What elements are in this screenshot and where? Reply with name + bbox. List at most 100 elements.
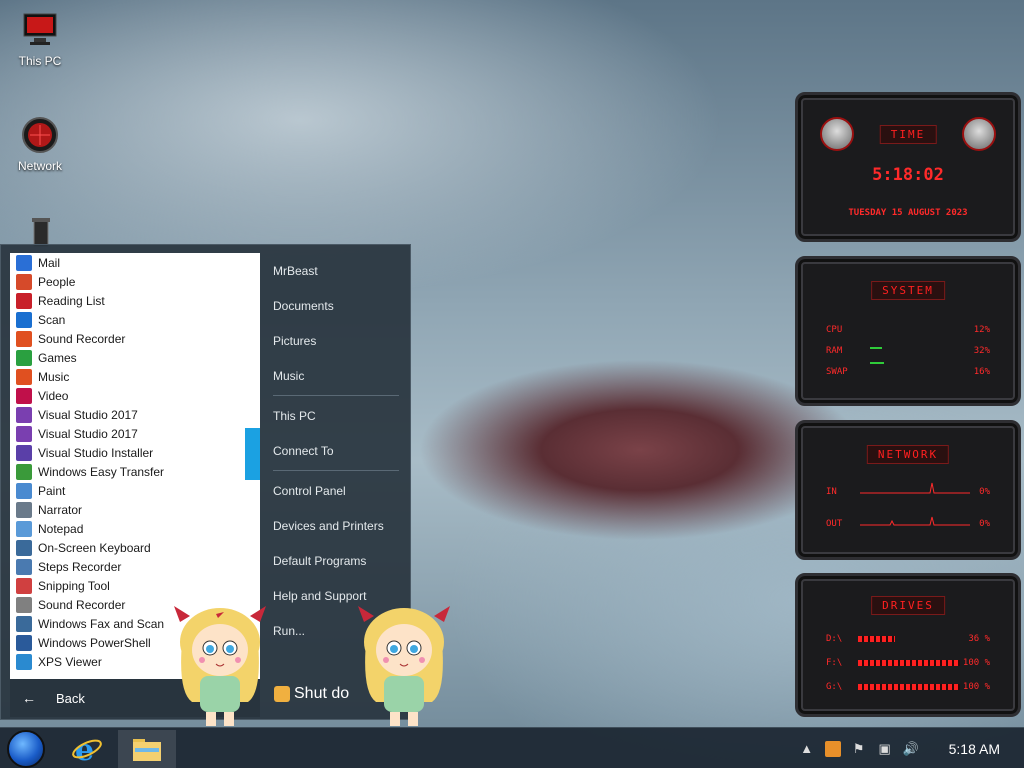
start-pane-item[interactable]: MrBeast bbox=[263, 253, 409, 288]
program-item[interactable]: Windows Easy Transfer bbox=[10, 462, 260, 481]
network-tray-icon[interactable]: ▣ bbox=[877, 741, 893, 757]
program-item[interactable]: Reading List bbox=[10, 291, 260, 310]
network-gadget-title: NETWORK bbox=[866, 445, 950, 464]
program-label: People bbox=[38, 274, 76, 289]
program-item[interactable]: Visual Studio 2017 bbox=[10, 424, 260, 443]
program-item[interactable]: Narrator bbox=[10, 500, 260, 519]
shutdown-label: Shut do bbox=[294, 685, 350, 702]
desktop-icon-label: This PC bbox=[18, 54, 62, 68]
program-label: Mail bbox=[38, 255, 61, 270]
start-pane-separator bbox=[273, 470, 399, 471]
program-label: Windows PowerShell bbox=[38, 635, 151, 650]
program-item[interactable]: Video bbox=[10, 386, 260, 405]
program-item[interactable]: Music bbox=[10, 367, 260, 386]
folder-icon bbox=[133, 739, 161, 761]
program-label: XPS Viewer bbox=[38, 654, 102, 669]
desktop-icon-network[interactable]: Network bbox=[5, 115, 75, 173]
start-pane-item[interactable]: Control Panel bbox=[263, 473, 409, 508]
start-pane-item[interactable]: Default Programs bbox=[263, 543, 409, 578]
taskbar: e ▲ ⚑ ▣ 🔊 5:18 AM bbox=[0, 727, 1024, 768]
gadget-clock: 5:18:02 bbox=[872, 165, 944, 185]
start-button[interactable] bbox=[7, 730, 45, 768]
start-pane-item[interactable]: Music bbox=[263, 358, 409, 393]
program-label: Narrator bbox=[38, 502, 83, 517]
desktop-icon-this-pc[interactable]: This PC bbox=[5, 10, 75, 68]
drive-d-bar bbox=[858, 636, 895, 642]
program-item[interactable]: Steps Recorder bbox=[10, 557, 260, 576]
start-pane-item[interactable]: Documents bbox=[263, 288, 409, 323]
program-icon bbox=[16, 425, 32, 442]
program-label: Visual Studio 2017 bbox=[38, 426, 138, 441]
arrow-left-icon: ← bbox=[22, 690, 36, 706]
cartoon-character-sticker bbox=[174, 606, 266, 726]
program-icon bbox=[16, 349, 32, 366]
programs-scrollbar[interactable] bbox=[245, 428, 260, 480]
program-label: Paint bbox=[38, 483, 66, 498]
program-item[interactable]: Visual Studio Installer bbox=[10, 443, 260, 462]
chevron-up-icon[interactable]: ▲ bbox=[799, 741, 815, 757]
shutdown-button[interactable]: Shut do bbox=[274, 685, 349, 703]
program-icon bbox=[16, 273, 32, 290]
drive-d-row: D:\ 36 % bbox=[826, 634, 990, 644]
program-icon bbox=[16, 501, 32, 518]
network-gadget[interactable]: NETWORK IN 0% OUT 0% bbox=[795, 420, 1021, 560]
start-right-pane: MrBeast Documents Pictures Music This PC Conn… bbox=[263, 253, 409, 648]
net-out-graph bbox=[860, 516, 970, 526]
volume-icon[interactable]: 🔊 bbox=[903, 741, 919, 757]
program-label: Steps Recorder bbox=[38, 559, 122, 574]
start-pane-item[interactable]: Pictures bbox=[263, 323, 409, 358]
ram-row: RAM 32% bbox=[826, 346, 990, 356]
start-pane-item[interactable]: This PC bbox=[263, 398, 409, 433]
program-icon bbox=[16, 577, 32, 594]
net-in-graph bbox=[860, 482, 970, 494]
program-item[interactable]: People bbox=[10, 272, 260, 291]
taskbar-internet-explorer[interactable]: e bbox=[58, 730, 116, 768]
program-label: Windows Easy Transfer bbox=[38, 464, 165, 479]
system-gadget-title: SYSTEM bbox=[871, 281, 945, 300]
program-label: Scan bbox=[38, 312, 66, 327]
back-label: Back bbox=[56, 690, 85, 706]
gadget-date: TUESDAY 15 AUGUST 2023 bbox=[848, 208, 968, 218]
cpu-row: CPU 12% bbox=[826, 325, 990, 335]
drive-f-bar bbox=[858, 660, 960, 666]
program-icon bbox=[16, 292, 32, 309]
program-icon bbox=[16, 615, 32, 632]
cartoon-character-sticker bbox=[358, 606, 450, 726]
program-item[interactable]: Snipping Tool bbox=[10, 576, 260, 595]
time-gadget[interactable]: TIME 5:18:02 TUESDAY 15 AUGUST 2023 bbox=[795, 92, 1021, 242]
system-gadget[interactable]: SYSTEM CPU 12% RAM 32% SWAP 16% bbox=[795, 256, 1021, 406]
program-icon bbox=[16, 596, 32, 613]
system-tray: ▲ ⚑ ▣ 🔊 5:18 AM bbox=[799, 728, 1024, 768]
program-item[interactable]: Visual Studio 2017 bbox=[10, 405, 260, 424]
program-label: Notepad bbox=[38, 521, 84, 536]
network-icon bbox=[20, 115, 60, 155]
drive-g-bar bbox=[858, 684, 960, 690]
taskbar-clock[interactable]: 5:18 AM bbox=[949, 741, 1000, 757]
program-item[interactable]: Scan bbox=[10, 310, 260, 329]
program-item[interactable]: Mail bbox=[10, 253, 260, 272]
program-label: Games bbox=[38, 350, 77, 365]
internet-explorer-icon: e bbox=[72, 733, 102, 765]
program-icon bbox=[16, 406, 32, 423]
program-label: Sound Recorder bbox=[38, 597, 126, 612]
program-item[interactable]: Games bbox=[10, 348, 260, 367]
alien-logo-icon bbox=[962, 117, 996, 151]
program-icon bbox=[16, 330, 32, 347]
ram-bar bbox=[870, 347, 882, 349]
start-pane-item[interactable]: Devices and Printers bbox=[263, 508, 409, 543]
time-gadget-title: TIME bbox=[879, 125, 937, 144]
taskbar-file-explorer[interactable] bbox=[118, 730, 176, 768]
program-item[interactable]: On-Screen Keyboard bbox=[10, 538, 260, 557]
program-label: Windows Fax and Scan bbox=[38, 616, 165, 631]
swap-bar bbox=[870, 362, 884, 364]
program-item[interactable]: Paint bbox=[10, 481, 260, 500]
program-label: Sound Recorder bbox=[38, 331, 126, 346]
flag-icon[interactable]: ⚑ bbox=[851, 741, 867, 757]
drives-gadget[interactable]: DRIVES D:\ 36 % F:\ 100 % G:\ 100 % bbox=[795, 573, 1021, 717]
program-item[interactable]: Sound Recorder bbox=[10, 329, 260, 348]
program-item[interactable]: Notepad bbox=[10, 519, 260, 538]
notification-app-icon[interactable] bbox=[824, 740, 841, 757]
program-icon bbox=[16, 482, 32, 499]
start-pane-item[interactable]: Connect To bbox=[263, 433, 409, 468]
program-label: Reading List bbox=[38, 293, 105, 308]
